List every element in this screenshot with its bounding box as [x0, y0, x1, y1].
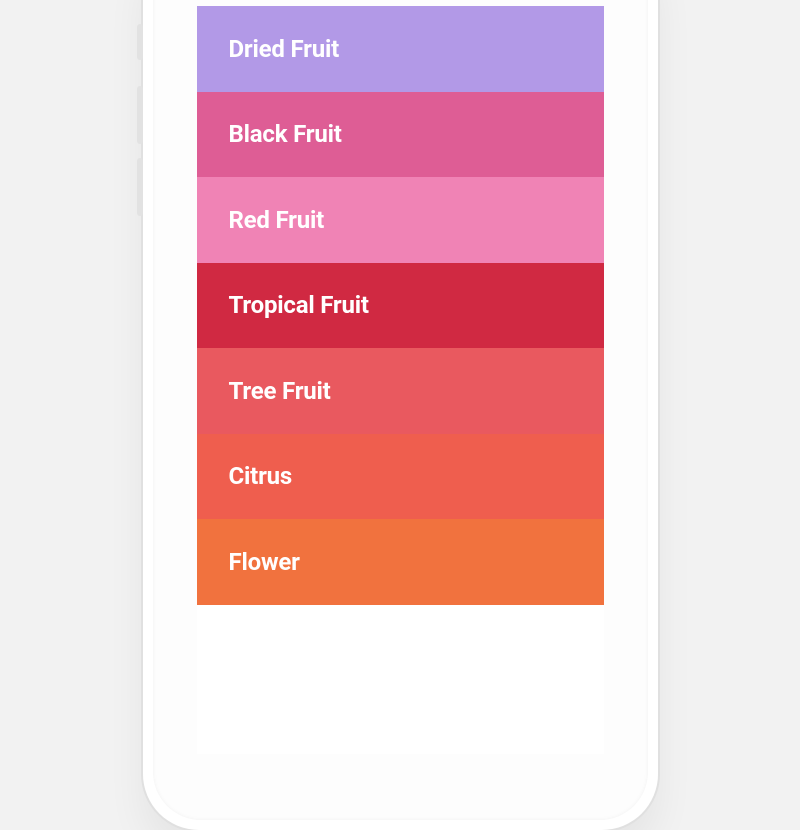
volume-up-button[interactable]	[137, 86, 143, 144]
list-item-label: Tree Fruit	[229, 377, 331, 405]
list-item-label: Tropical Fruit	[229, 291, 369, 319]
phone-inner: Dried Fruit Black Fruit Red Fruit Tropic…	[153, 0, 648, 820]
screen: Dried Fruit Black Fruit Red Fruit Tropic…	[197, 6, 604, 754]
list-item-tree-fruit[interactable]: Tree Fruit	[197, 348, 604, 434]
list-item-label: Flower	[229, 548, 300, 576]
list-item-dried-fruit[interactable]: Dried Fruit	[197, 6, 604, 92]
list-item-label: Dried Fruit	[229, 35, 340, 63]
list-item-black-fruit[interactable]: Black Fruit	[197, 92, 604, 178]
list-item-label: Black Fruit	[229, 120, 342, 148]
list-item-flower[interactable]: Flower	[197, 519, 604, 605]
list-item-red-fruit[interactable]: Red Fruit	[197, 177, 604, 263]
mute-switch[interactable]	[137, 24, 143, 60]
volume-down-button[interactable]	[137, 158, 143, 216]
list-item-citrus[interactable]: Citrus	[197, 434, 604, 520]
category-list: Dried Fruit Black Fruit Red Fruit Tropic…	[197, 6, 604, 605]
phone-frame: Dried Fruit Black Fruit Red Fruit Tropic…	[143, 0, 658, 830]
list-item-label: Red Fruit	[229, 206, 325, 234]
list-item-label: Citrus	[229, 462, 293, 490]
list-item-tropical-fruit[interactable]: Tropical Fruit	[197, 263, 604, 349]
